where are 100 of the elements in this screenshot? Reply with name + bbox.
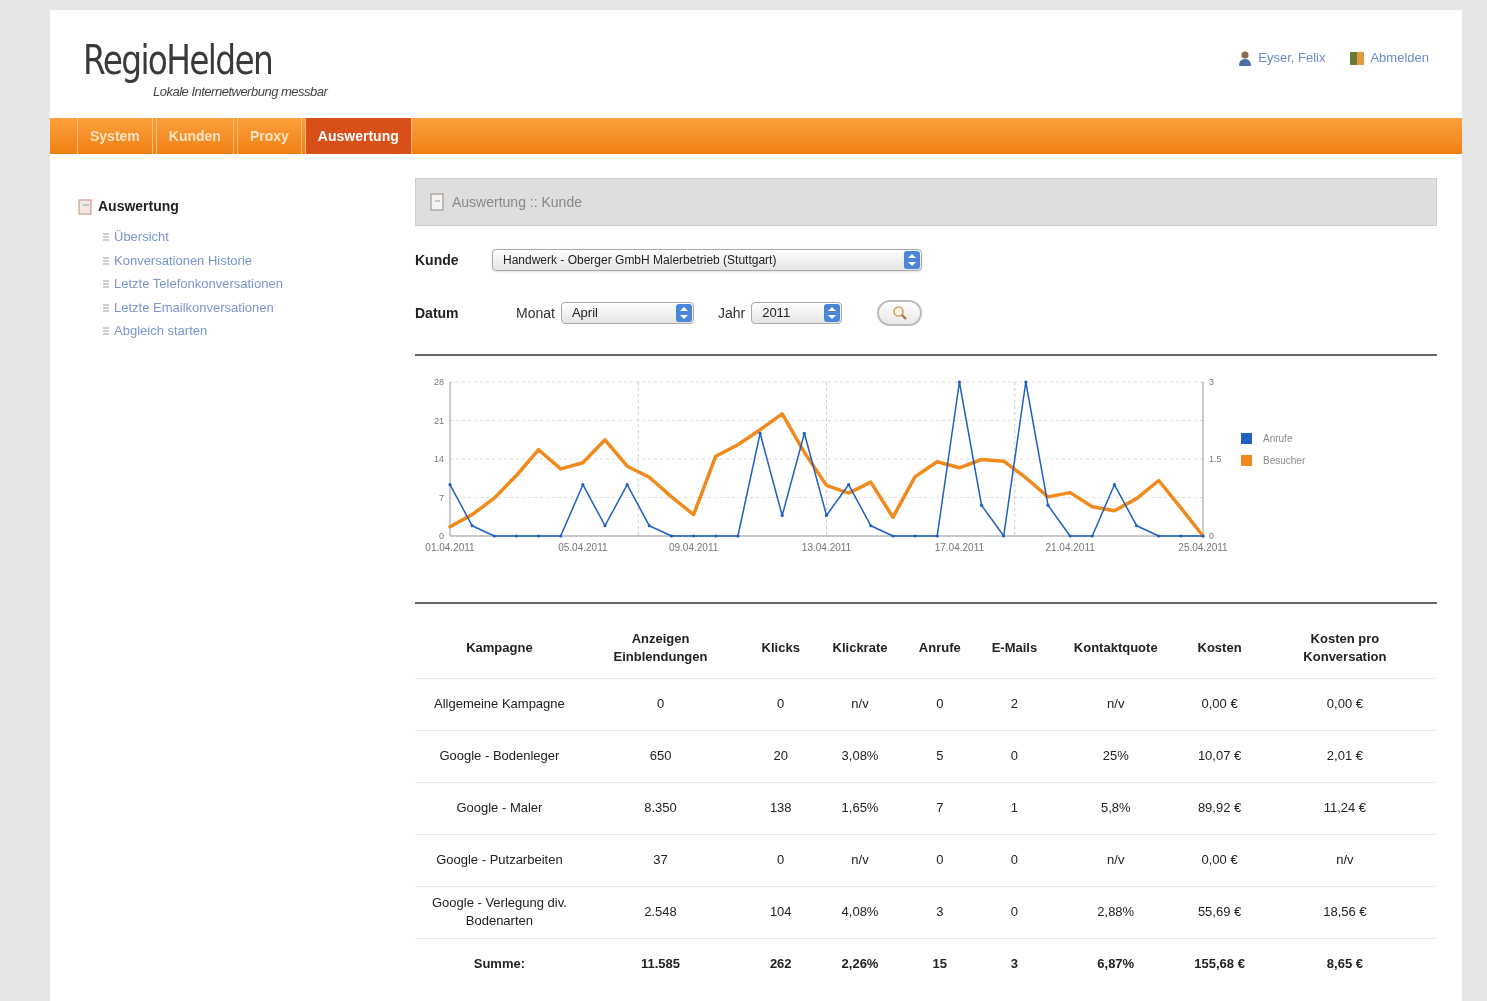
bullet-icon — [102, 302, 110, 312]
bullet-icon — [102, 279, 110, 289]
column-header: Kampagne — [415, 618, 584, 678]
sidebar-link[interactable]: Letzte Telefonkonversationen — [114, 274, 283, 294]
axis-tick-label: 01.04.2011 — [425, 542, 475, 553]
axis-tick-label: 1.5 — [1209, 454, 1222, 464]
legend-label: Besucher — [1263, 455, 1306, 466]
nav-tab[interactable]: Proxy — [236, 118, 302, 154]
table-cell: 0 — [983, 886, 1046, 938]
table-cell: 25% — [1045, 730, 1187, 782]
column-header: Kosten pro Konversation — [1252, 618, 1437, 678]
nav-tab[interactable]: Auswertung — [304, 118, 412, 154]
nav-tab[interactable]: Kunden — [155, 118, 234, 154]
data-point — [625, 483, 629, 487]
data-point — [1112, 483, 1116, 487]
axis-tick-label: 3 — [1209, 377, 1214, 387]
spinner-arrows-icon — [824, 304, 841, 322]
sidebar-link[interactable]: Übersicht — [114, 227, 169, 247]
data-point — [847, 483, 851, 487]
customer-select[interactable]: Handwerk - Oberger GmbH Malerbetrieb (Stuttgart) — [492, 249, 922, 271]
year-select[interactable]: 2011 — [751, 302, 843, 324]
axis-tick-label: 13.04.2011 — [801, 542, 852, 553]
table-cell: n/v — [1045, 678, 1187, 730]
data-point — [714, 534, 718, 538]
data-point — [824, 513, 829, 518]
data-point — [647, 524, 651, 528]
table-cell: 138 — [737, 782, 825, 834]
data-point — [1068, 534, 1072, 538]
column-header: Kontaktquote — [1045, 618, 1187, 678]
table-cell: 0 — [737, 834, 825, 886]
table-cell: 7 — [895, 782, 984, 834]
axis-tick-label: 0 — [439, 531, 444, 541]
data-point — [802, 431, 806, 435]
axis-tick-label: 14 — [434, 454, 444, 464]
logout-link[interactable]: Abmelden — [1370, 48, 1429, 68]
data-point — [869, 524, 873, 528]
column-header: Anrufe — [895, 618, 984, 678]
table-cell: 89,92 € — [1186, 782, 1253, 834]
table-cell: 1,65% — [824, 782, 896, 834]
search-button[interactable] — [877, 300, 923, 326]
table-cell: 10,07 € — [1186, 730, 1253, 782]
data-point — [514, 534, 519, 538]
data-point — [1024, 380, 1028, 384]
table-cell: 0,00 € — [1186, 678, 1253, 730]
table-cell: Google - Verlegung div. Bodenarten — [415, 886, 584, 938]
column-header: Klickrate — [824, 618, 896, 678]
table-cell: 5 — [895, 730, 984, 782]
table-cell: 2,88% — [1045, 886, 1187, 938]
sidebar-link[interactable]: Konversationen Historie — [114, 250, 253, 270]
sidebar-link[interactable]: Letzte Emailkonversationen — [114, 297, 274, 317]
user-icon — [1237, 49, 1254, 66]
table-cell: 18,56 € — [1252, 886, 1437, 938]
door-icon — [1349, 49, 1366, 66]
table-cell: 8.350 — [583, 782, 738, 834]
table-cell: 2,26% — [824, 938, 896, 990]
table-cell: Summe: — [415, 938, 584, 990]
column-header: Klicks — [737, 618, 825, 678]
column-header: Kosten — [1186, 618, 1253, 678]
axis-tick-label: 09.04.2011 — [668, 542, 719, 553]
table-cell: 104 — [737, 886, 825, 938]
table-cell: 3 — [983, 938, 1046, 990]
bullet-icon — [102, 255, 110, 265]
data-point — [1134, 524, 1139, 528]
table-cell: 0 — [895, 834, 984, 886]
data-point — [736, 534, 740, 538]
user-link[interactable]: Eyser, Felix — [1258, 48, 1326, 68]
table-cell: 4,08% — [824, 886, 896, 938]
nav-tab[interactable]: System — [77, 118, 153, 154]
table-cell: 37 — [583, 834, 738, 886]
data-point — [913, 534, 917, 538]
table-cell: 2 — [983, 678, 1046, 730]
spinner-arrows-icon — [904, 251, 920, 269]
data-point — [1157, 534, 1161, 538]
table-cell: Google - Bodenleger — [415, 730, 584, 782]
bullet-icon — [102, 232, 110, 242]
logo-title: RegioHelden — [83, 36, 274, 84]
sidebar-link[interactable]: Abgleich starten — [114, 321, 208, 341]
spinner-arrows-icon — [675, 304, 692, 322]
axis-tick-label: 05.04.2011 — [558, 542, 608, 553]
table-cell: 155,68 € — [1186, 938, 1253, 990]
table-cell: Allgemeine Kampagne — [415, 678, 584, 730]
axis-tick-label: 21 — [434, 415, 444, 426]
table-cell: 6,87% — [1045, 938, 1187, 990]
table-cell: 0 — [895, 678, 984, 730]
field-label: Jahr — [717, 303, 746, 323]
data-point — [581, 483, 585, 487]
axis-tick-label: 7 — [439, 492, 444, 503]
data-point — [692, 534, 696, 538]
table-cell: 0 — [983, 834, 1046, 886]
data-point — [1090, 534, 1094, 538]
data-point — [758, 431, 762, 435]
field-label: Datum — [415, 303, 460, 323]
month-select[interactable]: April — [560, 302, 694, 324]
field-label: Monat — [516, 303, 555, 323]
column-header: E-Mails — [983, 618, 1046, 678]
table-cell: 0 — [983, 730, 1046, 782]
table-cell: 55,69 € — [1186, 886, 1253, 938]
table-cell: 3,08% — [824, 730, 896, 782]
axis-tick-label: 25.04.2011 — [1178, 542, 1228, 553]
table-cell: n/v — [1045, 834, 1187, 886]
